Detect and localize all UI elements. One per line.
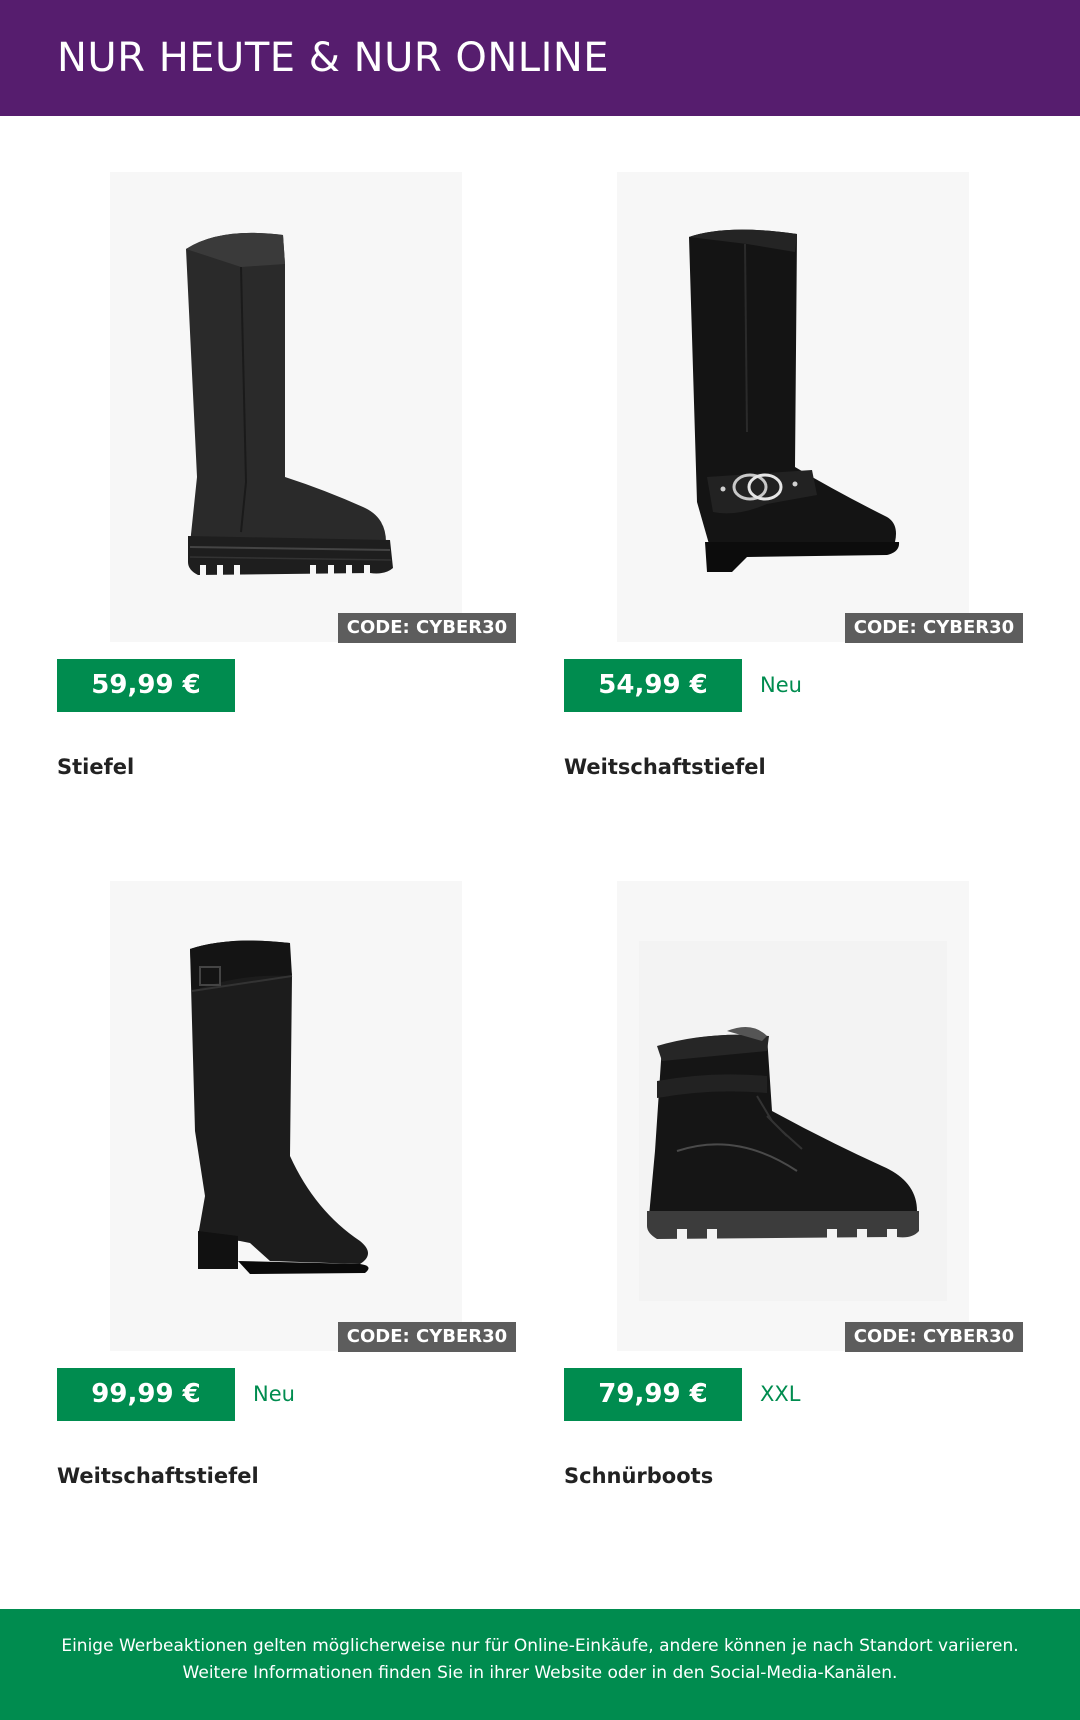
- tall-suede-boot-with-buckle-image: [689, 229, 900, 572]
- product-flag: Neu: [760, 673, 802, 697]
- product-flag: Neu: [253, 1382, 295, 1406]
- product-name[interactable]: Weitschaftstiefel: [57, 1461, 259, 1491]
- price-tag: 54,99 €: [564, 659, 742, 712]
- product-name[interactable]: Stiefel: [57, 752, 134, 782]
- promo-code-badge: CODE: CYBER30: [845, 613, 1023, 643]
- disclaimer-text: Einige Werbeaktionen gelten möglicherwei…: [61, 1636, 1019, 1683]
- tall-platform-boot-image: [186, 232, 393, 577]
- product-image[interactable]: [110, 172, 462, 642]
- disclaimer-footer: Einige Werbeaktionen gelten möglicherwei…: [0, 1609, 1080, 1720]
- tall-heeled-leather-boot-image: [190, 940, 369, 1274]
- promo-header: NUR HEUTE & NUR ONLINE: [0, 0, 1080, 116]
- promo-code-badge: CODE: CYBER30: [338, 613, 516, 643]
- price-tag: 59,99 €: [57, 659, 235, 712]
- product-name[interactable]: Schnürboots: [564, 1461, 713, 1491]
- product-image[interactable]: [617, 881, 969, 1351]
- product-card[interactable]: CODE: CYBER30 54,99 € Neu Weitschaftstie…: [564, 172, 1024, 812]
- price-tag: 99,99 €: [57, 1368, 235, 1421]
- product-image[interactable]: [110, 881, 462, 1351]
- product-image[interactable]: [617, 172, 969, 642]
- product-name[interactable]: Weitschaftstiefel: [564, 752, 766, 782]
- lace-up-patent-boot-image: [639, 941, 947, 1301]
- product-flag: XXL: [760, 1382, 801, 1406]
- promo-code-badge: CODE: CYBER30: [338, 1322, 516, 1352]
- product-card[interactable]: CODE: CYBER30 59,99 € Stiefel: [57, 172, 517, 812]
- price-tag: 79,99 €: [564, 1368, 742, 1421]
- promo-code-badge: CODE: CYBER30: [845, 1322, 1023, 1352]
- product-card[interactable]: CODE: CYBER30 79,99 € XXL Schnürboots: [564, 881, 1024, 1521]
- header-title: NUR HEUTE & NUR ONLINE: [57, 35, 610, 81]
- product-card[interactable]: CODE: CYBER30 99,99 € Neu Weitschaftstie…: [57, 881, 517, 1521]
